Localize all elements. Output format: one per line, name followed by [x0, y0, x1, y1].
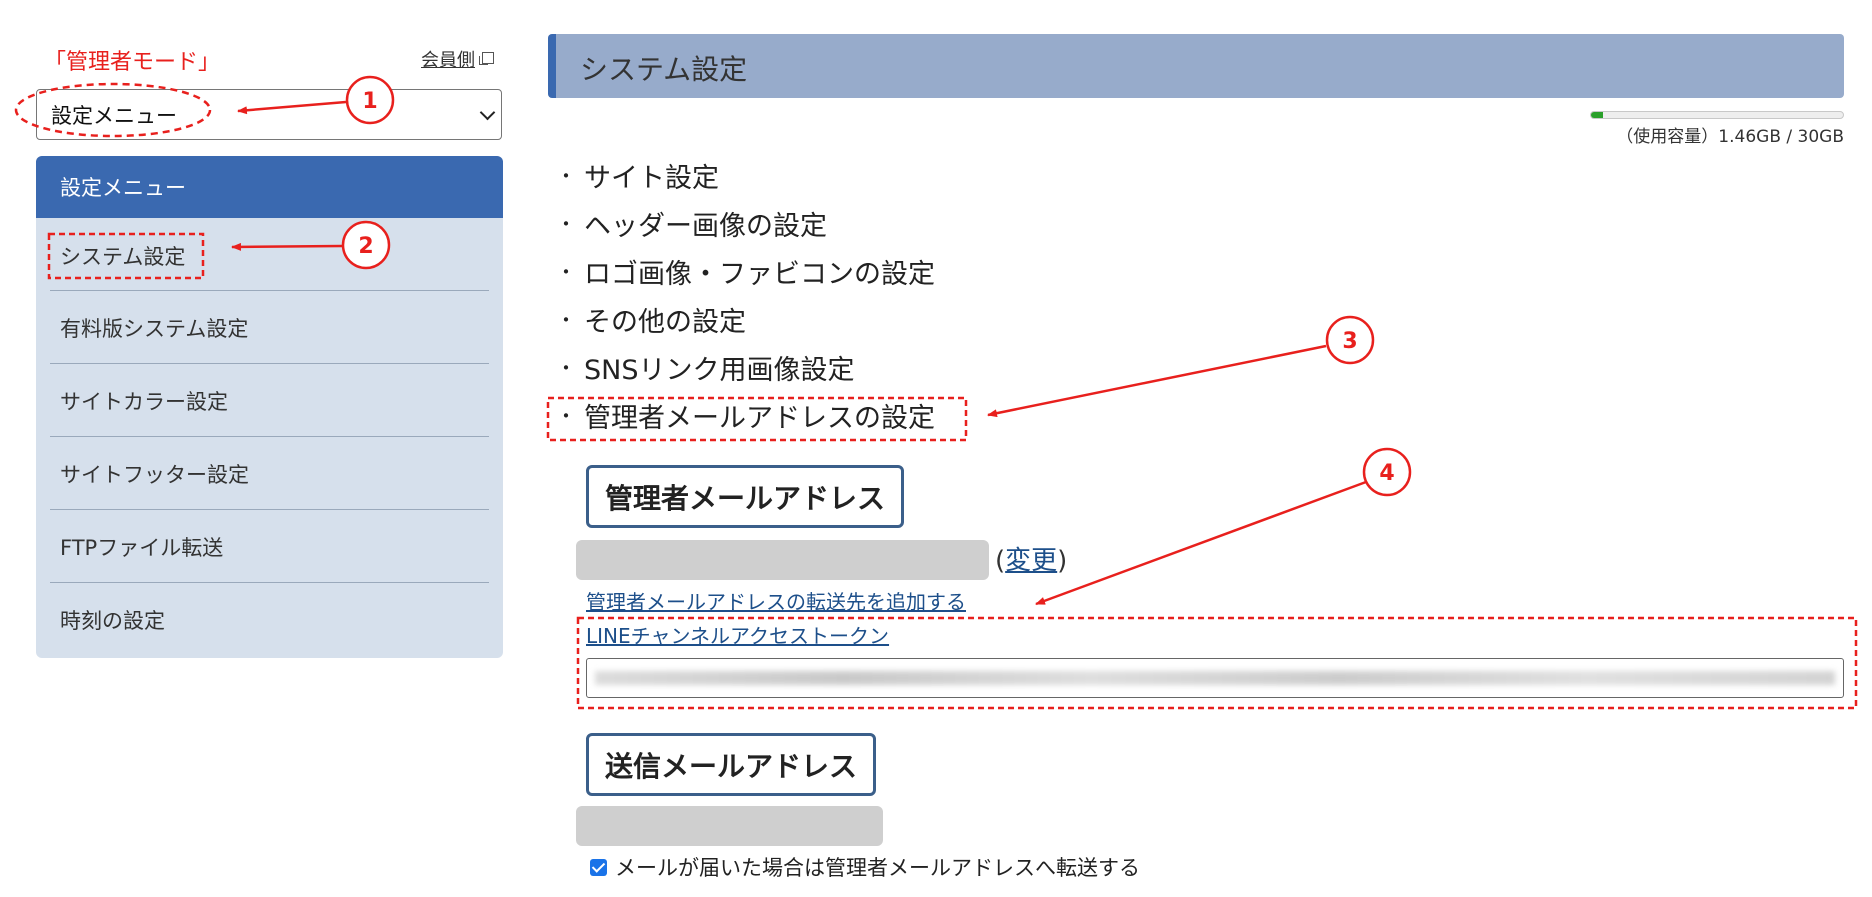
sidebar-item-time-settings[interactable]: 時刻の設定 [60, 605, 480, 635]
change-link-wrapper: (変更) [995, 546, 1068, 576]
list-item[interactable]: ・管理者メールアドレスの設定 [556, 396, 935, 444]
list-item[interactable]: ・ロゴ画像・ファビコンの設定 [556, 252, 935, 300]
list-item[interactable]: ・ヘッダー画像の設定 [556, 204, 935, 252]
divider [50, 582, 489, 583]
menu-select[interactable]: 設定メニュー [36, 89, 502, 140]
forward-checkbox-row[interactable]: メールが届いた場合は管理者メールアドレスへ転送する [590, 852, 1140, 882]
annotation-marker-4 [1362, 447, 1412, 497]
admin-email-value-redacted [576, 540, 989, 580]
storage-usage-fill [1591, 112, 1604, 118]
list-item[interactable]: ・サイト設定 [556, 156, 935, 204]
divider [50, 363, 489, 364]
sidebar-item-site-color[interactable]: サイトカラー設定 [60, 386, 480, 416]
settings-list: ・サイト設定 ・ヘッダー画像の設定 ・ロゴ画像・ファビコンの設定 ・その他の設定… [556, 156, 935, 444]
sidebar-item-paid-system-settings[interactable]: 有料版システム設定 [60, 313, 480, 343]
admin-mode-label: 「管理者モード」 [44, 50, 221, 75]
annotation-number-4: 4 [1379, 461, 1394, 486]
page-title: システム設定 [580, 53, 748, 86]
menu-select-value: 設定メニュー [51, 103, 177, 128]
settings-menu-title: 設定メニュー [36, 156, 503, 218]
storage-usage-bar [1590, 111, 1844, 119]
annotation-arrow-3 [987, 344, 1327, 418]
change-email-link[interactable]: 変更 [1005, 546, 1057, 576]
forward-checkbox[interactable] [590, 858, 607, 876]
annotation-marker-3 [1325, 315, 1375, 365]
line-token-link[interactable]: LINEチャンネルアクセストークン [586, 620, 889, 649]
annotation-number-3: 3 [1342, 329, 1357, 354]
member-side-link-label: 会員側 [421, 50, 475, 71]
annotation-arrow-4 [1035, 480, 1367, 606]
page-title-bar: システム設定 [548, 34, 1844, 98]
add-forward-address-link[interactable]: 管理者メールアドレスの転送先を追加する [586, 586, 966, 615]
storage-usage-text: （使用容量）1.46GB / 30GB [1616, 127, 1844, 147]
admin-email-heading: 管理者メールアドレス [586, 465, 904, 528]
list-item[interactable]: ・ SNSリンク用画像設定 [556, 348, 935, 396]
line-token-input[interactable] [586, 658, 1844, 698]
divider [50, 436, 489, 437]
divider [50, 290, 489, 291]
sidebar-item-ftp-transfer[interactable]: FTPファイル転送 [60, 532, 480, 562]
send-email-value-redacted [576, 806, 883, 846]
sidebar-item-system-settings[interactable]: システム設定 [60, 241, 480, 271]
external-link-icon [479, 52, 494, 66]
list-item[interactable]: ・その他の設定 [556, 300, 935, 348]
settings-menu-panel: 設定メニュー システム設定 有料版システム設定 サイトカラー設定 サイトフッター… [36, 156, 503, 658]
chevron-down-icon [479, 104, 496, 120]
send-email-heading: 送信メールアドレス [586, 733, 876, 796]
forward-checkbox-label: メールが届いた場合は管理者メールアドレスへ転送する [615, 856, 1140, 880]
divider [50, 509, 489, 510]
sidebar-item-site-footer[interactable]: サイトフッター設定 [60, 459, 480, 489]
member-side-link[interactable]: 会員側 [421, 46, 494, 72]
